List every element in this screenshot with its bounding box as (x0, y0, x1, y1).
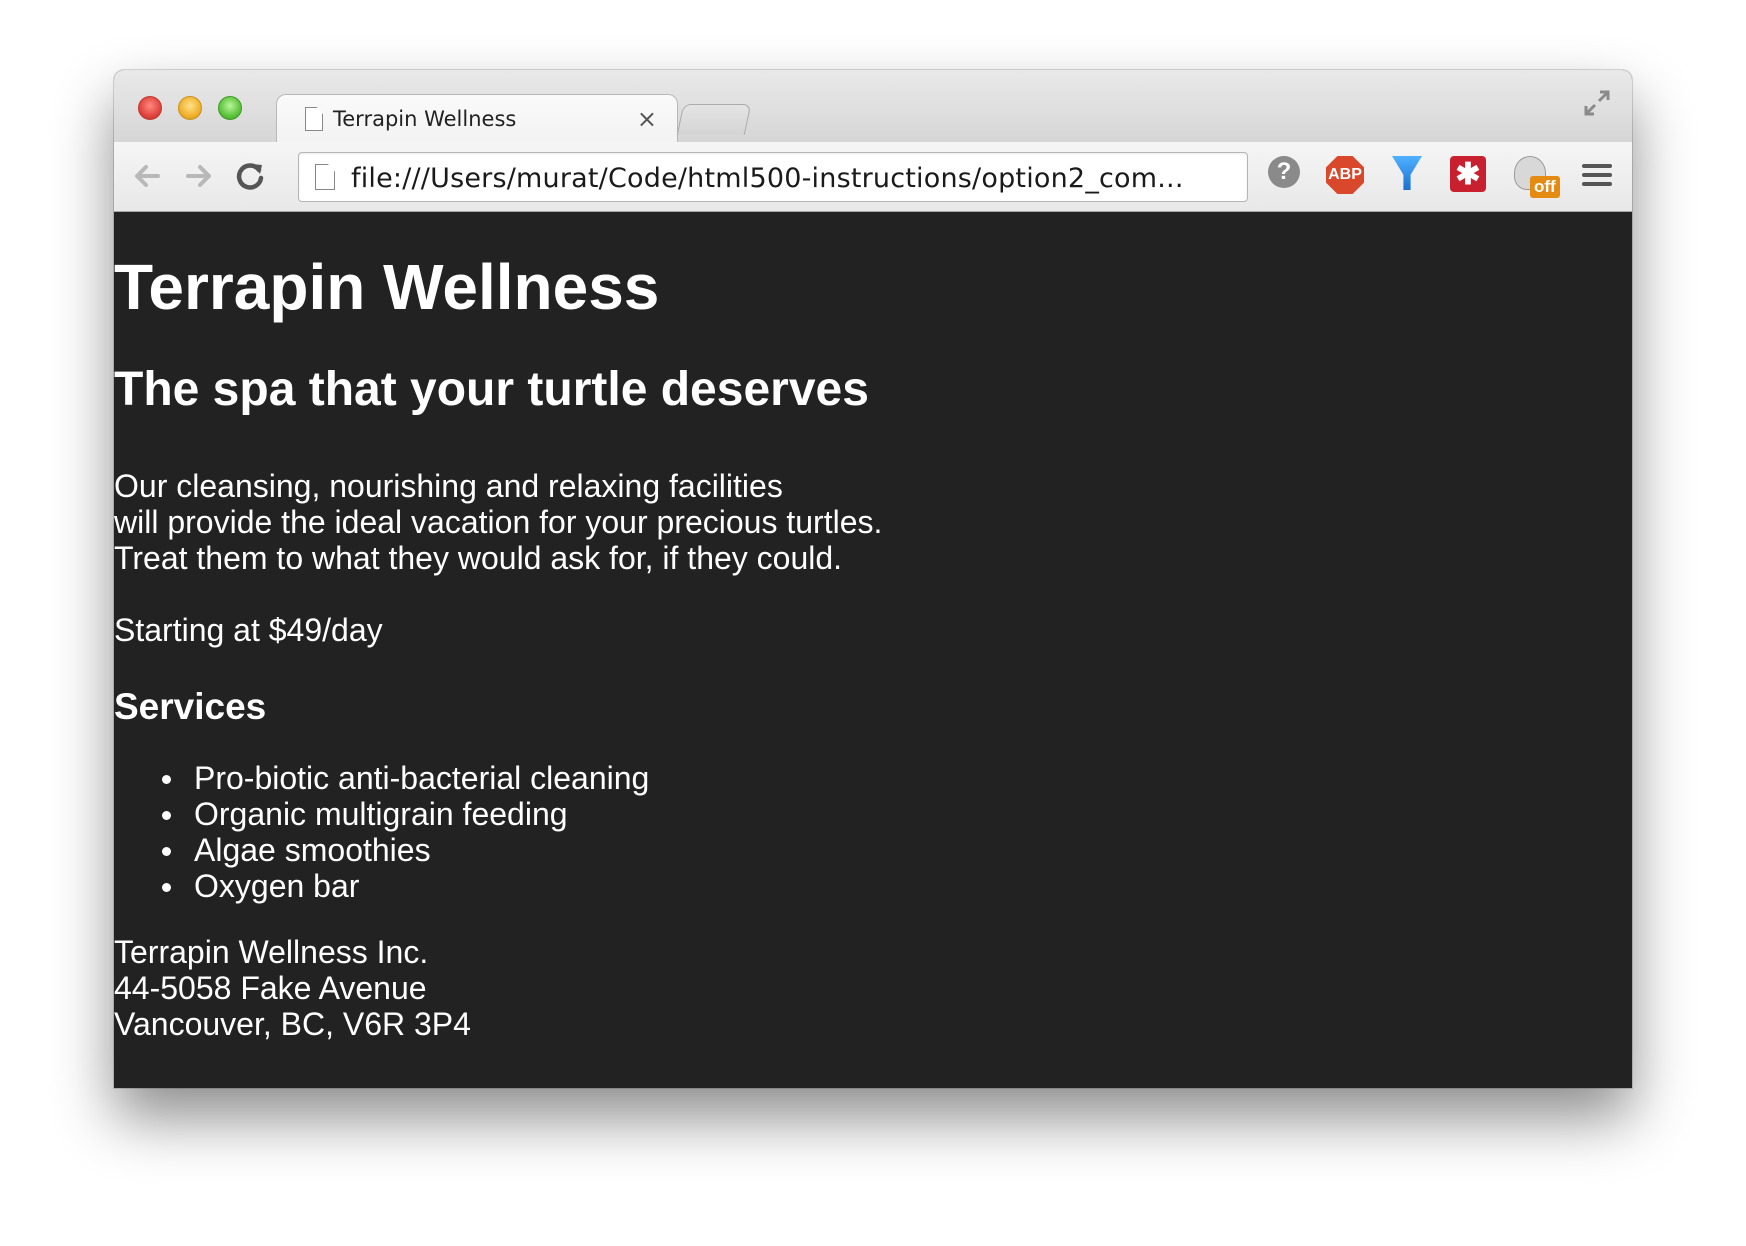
services-list: Pro-biotic anti-bacterial cleaning Organ… (114, 760, 649, 904)
tab-close-icon[interactable]: × (637, 105, 657, 133)
browser-window: Terrapin Wellness × file:///Users/murat/… (114, 70, 1632, 1088)
forward-icon[interactable] (178, 156, 218, 196)
address-bar[interactable]: file:///Users/murat/Code/html500-instruc… (298, 152, 1248, 202)
lastpass-icon[interactable]: ✱ (1450, 156, 1488, 196)
intro-line: will provide the ideal vacation for your… (114, 504, 883, 540)
list-item: Organic multigrain feeding (114, 796, 649, 832)
funnel-icon[interactable] (1388, 156, 1426, 196)
address-line: Terrapin Wellness Inc. (114, 934, 429, 970)
tab-terrapin-wellness[interactable]: Terrapin Wellness × (276, 94, 678, 145)
list-item: Algae smoothies (114, 832, 649, 868)
page-content: Terrapin Wellness The spa that your turt… (114, 212, 1632, 1088)
address-line: 44-5058 Fake Avenue (114, 970, 427, 1006)
address-block: Terrapin Wellness Inc. 44-5058 Fake Aven… (114, 934, 471, 1042)
zoom-window-button[interactable] (218, 96, 242, 120)
back-icon[interactable] (128, 156, 168, 196)
url-text[interactable]: file:///Users/murat/Code/html500-instruc… (351, 163, 1231, 194)
help-icon[interactable]: ? (1268, 156, 1306, 196)
list-item: Oxygen bar (114, 868, 649, 904)
toolbar: file:///Users/murat/Code/html500-instruc… (114, 142, 1632, 212)
tab-title: Terrapin Wellness (333, 107, 517, 131)
off-badge: off (1530, 176, 1560, 198)
minimize-window-button[interactable] (178, 96, 202, 120)
intro-paragraph: Our cleansing, nourishing and relaxing f… (114, 468, 882, 576)
address-line: Vancouver, BC, V6R 3P4 (114, 1006, 471, 1042)
adblock-icon[interactable]: ABP (1326, 156, 1364, 196)
list-item: Pro-biotic anti-bacterial cleaning (114, 760, 649, 796)
fullscreen-icon[interactable] (1582, 88, 1612, 118)
reload-icon[interactable] (230, 156, 270, 196)
services-heading: Services (114, 686, 267, 727)
page-title: Terrapin Wellness (114, 251, 660, 323)
menu-icon[interactable] (1582, 164, 1612, 188)
page-icon (305, 107, 323, 131)
price-text: Starting at $49/day (114, 612, 383, 648)
new-tab-button[interactable] (676, 104, 752, 135)
tagline: The spa that your turtle deserves (114, 363, 869, 416)
mascot-off-icon[interactable]: off (1514, 156, 1560, 198)
close-window-button[interactable] (138, 96, 162, 120)
intro-line: Our cleansing, nourishing and relaxing f… (114, 468, 783, 504)
page-icon (315, 164, 335, 190)
title-bar: Terrapin Wellness × (114, 70, 1632, 145)
intro-line: Treat them to what they would ask for, i… (114, 540, 843, 576)
